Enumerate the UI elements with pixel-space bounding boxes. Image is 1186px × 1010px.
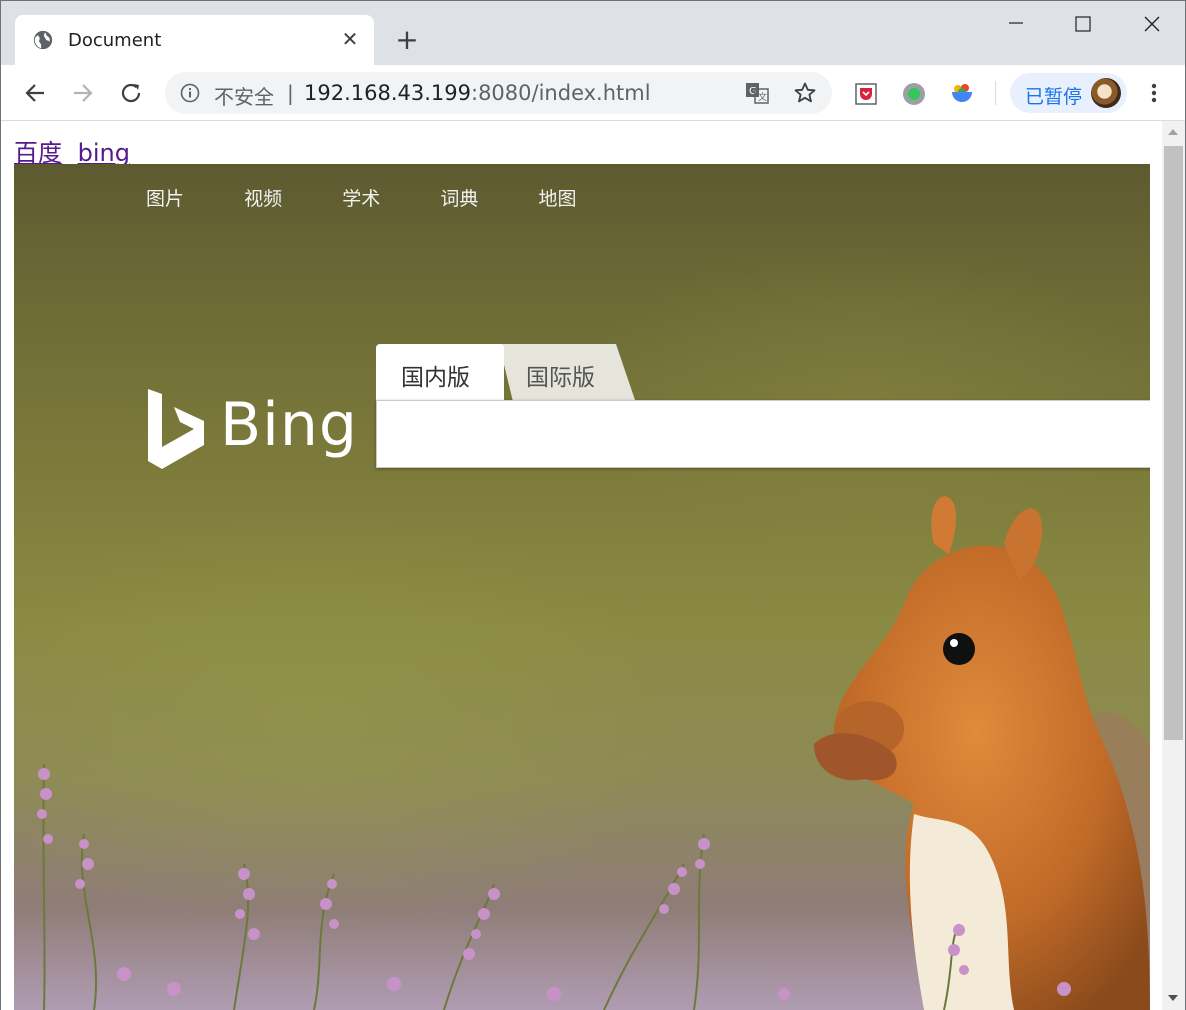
nav-images[interactable]: 图片 [146,184,184,211]
link-bing[interactable]: bing [78,139,130,167]
omnibox-separator: | [287,81,294,105]
bing-iframe: 图片 视频 学术 词典 地图 Bing 国际版 国内版 [14,164,1150,1010]
tab-strip: Document ✕ + [1,1,1185,65]
tab-international[interactable]: 国际版 [499,344,635,400]
security-label[interactable]: 不安全 [214,81,274,110]
new-tab-button[interactable]: + [393,26,421,55]
page-viewport: 百度 bing 图片 视频 学术 词典 地图 Bing 国际版 国内版 [1,121,1185,1010]
bing-logo-text: Bing [220,390,358,460]
bing-top-nav: 图片 视频 学术 词典 地图 [146,184,631,211]
url-path: :8080/index.html [471,81,651,105]
nav-maps[interactable]: 地图 [538,184,576,211]
close-window-button[interactable] [1132,9,1172,39]
scroll-down-icon[interactable] [1168,995,1178,1001]
forward-arrow-icon [74,84,93,102]
address-bar[interactable]: 不安全 | 192.168.43.199:8080/index.html G文 [165,72,832,114]
scroll-up-icon[interactable] [1168,129,1178,135]
tab-title: Document [68,30,162,51]
page-scrollbar[interactable] [1162,121,1185,1010]
minimize-icon [1009,22,1023,24]
browser-tab[interactable]: Document ✕ [15,15,374,65]
link-baidu[interactable]: 百度 [14,139,62,167]
star-icon[interactable] [793,81,817,105]
status-extension-icon[interactable] [902,82,926,106]
maximize-button[interactable] [1063,9,1103,39]
toolbar-divider [995,81,996,105]
pocket-extension-icon[interactable] [854,82,878,106]
flowers-illustration [37,763,1071,1010]
close-icon [1144,16,1160,32]
browser-window: Document ✕ + 不安全 | 192.168.43.199:8080/i… [0,0,1186,1010]
tab-domestic-label: 国内版 [401,365,470,391]
nav-dictionary[interactable]: 词典 [440,184,478,211]
tab-close-icon[interactable]: ✕ [340,29,360,49]
info-icon[interactable] [180,83,200,103]
avatar [1091,78,1121,108]
minimize-button[interactable] [996,9,1036,39]
forward-button[interactable] [67,77,99,109]
tab-domestic[interactable]: 国内版 [376,344,504,400]
url-text[interactable]: 192.168.43.199:8080/index.html [304,81,651,105]
back-arrow-icon [25,84,44,102]
maximize-icon [1075,16,1091,32]
reload-icon [121,83,141,103]
tab-international-label: 国际版 [526,365,595,391]
search-input[interactable] [389,413,1129,455]
bing-search-box [376,400,1150,468]
svg-text:文: 文 [758,91,767,103]
translate-icon[interactable]: G文 [745,82,769,104]
bowl-extension-icon[interactable] [950,82,974,106]
more-vert-icon[interactable] [1144,81,1164,105]
profile-status-label: 已暂停 [1025,86,1083,108]
reload-button[interactable] [115,77,147,109]
profile-paused-button[interactable]: 已暂停 [1010,73,1127,113]
browser-toolbar: 不安全 | 192.168.43.199:8080/index.html G文 … [1,65,1185,121]
url-host: 192.168.43.199 [304,81,471,105]
nav-videos[interactable]: 视频 [244,184,282,211]
globe-icon [33,30,53,50]
page-links: 百度 bing [14,133,138,168]
back-button[interactable] [19,77,51,109]
nav-academic[interactable]: 学术 [342,184,380,211]
scrollbar-thumb[interactable] [1164,146,1183,740]
